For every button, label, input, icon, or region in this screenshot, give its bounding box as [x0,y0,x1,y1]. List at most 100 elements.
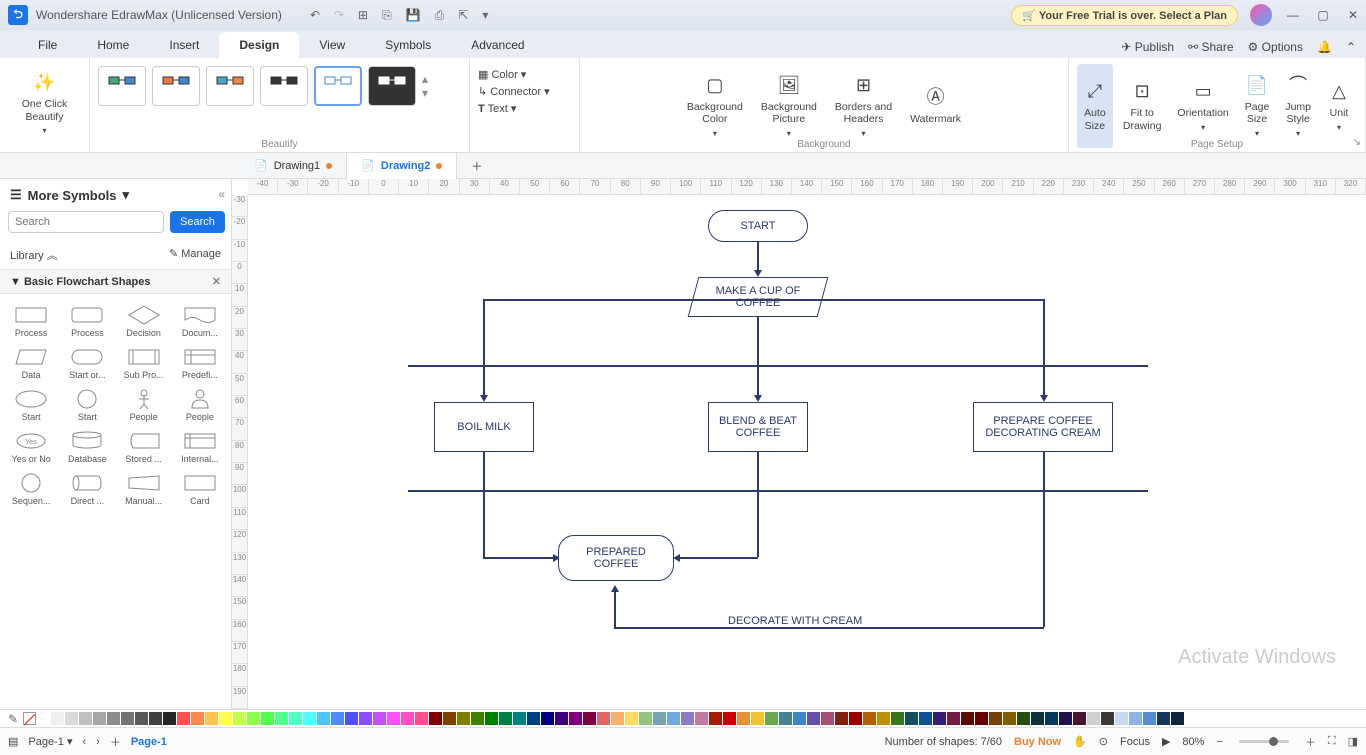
shape-start[interactable]: START [708,210,808,242]
color-swatch[interactable] [457,712,470,725]
menu-home[interactable]: Home [77,32,149,58]
menu-symbols[interactable]: Symbols [365,32,451,58]
color-swatch[interactable] [401,712,414,725]
color-swatch[interactable] [541,712,554,725]
color-swatch[interactable] [79,712,92,725]
color-swatch[interactable] [163,712,176,725]
share-button[interactable]: ⚯ Share [1188,40,1233,54]
prev-page-icon[interactable]: ‹ [82,736,86,748]
color-swatch[interactable] [961,712,974,725]
color-swatch[interactable] [919,712,932,725]
shape-item[interactable]: Sub Pro... [117,344,171,382]
color-swatch[interactable] [877,712,890,725]
color-swatch[interactable] [317,712,330,725]
menu-insert[interactable]: Insert [149,32,219,58]
shape-prepare[interactable]: PREPARE COFFEE DECORATING CREAM [973,402,1113,452]
menu-file[interactable]: File [18,32,77,58]
new-icon[interactable]: ⊞ [358,8,368,23]
shape-item[interactable]: Process [4,302,58,340]
color-swatch[interactable] [429,712,442,725]
color-swatch[interactable] [849,712,862,725]
theme-6[interactable] [368,66,416,106]
tab-drawing2[interactable]: 📄 Drawing2 [347,153,457,179]
color-swatch[interactable] [597,712,610,725]
options-button[interactable]: ⚙ Options [1248,40,1303,54]
search-button[interactable]: Search [170,211,225,233]
next-page-icon[interactable]: › [96,736,100,748]
color-swatch[interactable] [1017,712,1030,725]
color-swatch[interactable] [1143,712,1156,725]
shape-item[interactable]: Database [60,428,114,466]
undo-icon[interactable]: ↶ [310,8,320,23]
color-swatch[interactable] [709,712,722,725]
color-swatch[interactable] [1045,712,1058,725]
shape-item[interactable]: Predefi... [173,344,227,382]
connector[interactable] [483,299,1043,301]
sidebar-collapse-icon[interactable]: « [218,187,225,201]
connector[interactable] [678,557,758,559]
color-swatch[interactable] [765,712,778,725]
watermark-button[interactable]: ⒶWatermark [904,64,967,148]
color-swatch[interactable] [373,712,386,725]
color-swatch[interactable] [639,712,652,725]
print-icon[interactable]: ⎙ [435,8,445,23]
color-swatch[interactable] [121,712,134,725]
color-swatch[interactable] [51,712,64,725]
connector[interactable] [408,490,1148,492]
fit-button[interactable]: ⊡Fit to Drawing [1117,64,1168,148]
color-swatch[interactable] [107,712,120,725]
color-swatch[interactable] [275,712,288,725]
unit-button[interactable]: △Unit▾ [1321,64,1357,148]
color-swatch[interactable] [37,712,50,725]
more-symbols-button[interactable]: ☰ More Symbols ▾ [0,179,231,211]
menu-view[interactable]: View [299,32,365,58]
no-color-swatch[interactable] [23,712,36,725]
trial-banner[interactable]: 🛒 Your Free Trial is over. Select a Plan [1011,5,1238,26]
color-swatch[interactable] [65,712,78,725]
color-swatch[interactable] [569,712,582,725]
user-avatar[interactable] [1250,4,1272,26]
add-tab-button[interactable]: ＋ [457,153,496,179]
color-swatch[interactable] [233,712,246,725]
tab-drawing1[interactable]: 📄 Drawing1 [240,153,347,179]
color-swatch[interactable] [1059,712,1072,725]
shape-boil[interactable]: BOIL MILK [434,402,534,452]
color-swatch[interactable] [611,712,624,725]
color-swatch[interactable] [247,712,260,725]
color-swatch[interactable] [1115,712,1128,725]
shape-item[interactable]: Card [173,470,227,508]
focus-button[interactable]: Focus [1120,736,1150,748]
color-swatch[interactable] [471,712,484,725]
color-swatch[interactable] [289,712,302,725]
menu-design[interactable]: Design [219,32,299,58]
color-swatch[interactable] [331,712,344,725]
close-button[interactable]: ✕ [1344,8,1362,22]
color-swatch[interactable] [1157,712,1170,725]
export-icon[interactable]: ⇱ [458,8,468,23]
color-swatch[interactable] [667,712,680,725]
color-swatch[interactable] [345,712,358,725]
theme-1[interactable] [98,66,146,106]
connector[interactable] [1043,452,1045,627]
current-page[interactable]: Page-1 [131,736,167,748]
connector[interactable] [483,452,485,557]
menu-advanced[interactable]: Advanced [451,32,544,58]
maximize-button[interactable]: ▢ [1314,8,1332,22]
jumpstyle-button[interactable]: ⌒Jump Style▾ [1279,64,1317,148]
shape-item[interactable]: Internal... [173,428,227,466]
color-swatch[interactable] [513,712,526,725]
color-swatch[interactable] [891,712,904,725]
connector[interactable] [757,452,759,557]
color-swatch[interactable] [933,712,946,725]
shape-item[interactable]: Manual... [117,470,171,508]
color-swatch[interactable] [1171,712,1184,725]
one-click-beautify-button[interactable]: ✨ One Click Beautify ▾ [8,68,81,139]
connector[interactable] [614,627,1044,629]
shape-item[interactable]: YesYes or No [4,428,58,466]
color-swatch[interactable] [555,712,568,725]
shape-makeacup[interactable]: MAKE A CUP OF COFFEE [688,277,829,317]
color-swatch[interactable] [947,712,960,725]
label-decorate[interactable]: DECORATE WITH CREAM [728,615,862,627]
color-swatch[interactable] [1087,712,1100,725]
color-swatch[interactable] [1003,712,1016,725]
